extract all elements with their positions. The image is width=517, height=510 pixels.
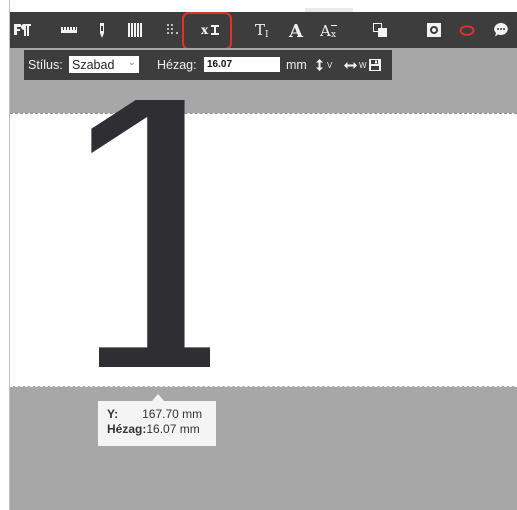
text-size-icon: T I [255, 22, 269, 38]
text-frame[interactable] [10, 114, 517, 386]
vertical-arrows-icon [316, 59, 323, 71]
paragraph-format-button[interactable] [11, 12, 35, 48]
layer-icon [373, 23, 387, 37]
font-accent-button[interactable]: A x [317, 12, 343, 48]
svg-text:x: x [331, 30, 336, 39]
grid-dots-button[interactable] [162, 12, 184, 48]
baseline-options-bar: Stílus: Szabad ⌄ Hézag: mm V W [24, 50, 392, 80]
paragraph-format-icon [14, 24, 31, 36]
frame-icon [427, 23, 441, 37]
style-label: Stílus: [28, 58, 63, 72]
gap-unit: mm [286, 58, 307, 72]
ruler-icon [61, 27, 77, 33]
tooltip-y-label: Y: [107, 407, 119, 421]
ellipse-icon [459, 24, 475, 36]
w-label: W [359, 60, 367, 70]
style-select-value: Szabad [72, 57, 115, 72]
font-icon: A [288, 22, 304, 39]
tooltip-gap-value: 16.07 mm [146, 421, 200, 436]
layer-button[interactable] [368, 12, 392, 48]
tooltip-y-value: 167.70 mm [142, 407, 203, 421]
v-label: V [327, 60, 333, 70]
pen-button[interactable] [91, 12, 113, 48]
editor-window: x T I A A x Stílus: Szabad ⌄ Hézag: 16.0… [0, 0, 517, 510]
tooltip-gap-label: Hézag: [107, 421, 147, 436]
baseline-guide-line[interactable] [10, 386, 517, 387]
svg-text:I: I [265, 30, 269, 38]
horizontal-arrows-icon [344, 61, 357, 69]
columns-icon [128, 23, 142, 37]
columns-button[interactable] [123, 12, 147, 48]
font-button[interactable]: A [285, 12, 309, 48]
save-icon [369, 59, 381, 71]
baseline-spacing-icon: x [201, 24, 219, 36]
measurement-tooltip: Y: 167.70 mm Hézag:16.07 mm [98, 401, 216, 446]
grid-dots-icon [167, 24, 178, 34]
frame-button[interactable] [423, 12, 445, 48]
pen-icon [100, 22, 104, 38]
font-accent-icon: A x [320, 22, 337, 39]
gap-input[interactable] [204, 57, 280, 72]
ruler-button[interactable] [57, 12, 81, 48]
svg-text:T: T [255, 22, 265, 38]
baseline-spacing-button[interactable]: x [195, 12, 227, 48]
text-size-button[interactable]: T I [252, 12, 276, 48]
vertical-spacing-button[interactable]: V [316, 50, 342, 80]
comment-icon [494, 23, 508, 37]
glyph-one: 1 [90, 100, 210, 390]
tooltip-y-row: Y: 167.70 mm [107, 407, 216, 422]
left-margin [0, 0, 10, 510]
top-strip [0, 0, 517, 9]
tooltip-pointer [152, 394, 164, 401]
svg-text:A: A [288, 22, 304, 39]
gap-label: Hézag: [157, 58, 197, 72]
svg-text:x: x [201, 24, 209, 36]
svg-text:A: A [320, 22, 331, 39]
tooltip-gap-row: Hézag:16.07 mm [107, 422, 216, 437]
chevron-down-icon: ⌄ [127, 57, 136, 68]
main-toolbar: x T I A A x [9, 12, 517, 48]
style-select[interactable]: Szabad ⌄ [69, 56, 139, 73]
comment-button[interactable] [489, 12, 513, 48]
save-button[interactable] [369, 50, 385, 80]
ellipse-button[interactable] [455, 12, 479, 48]
canvas-bottom-margin [10, 386, 517, 510]
glyph-character: 1 [90, 100, 210, 390]
